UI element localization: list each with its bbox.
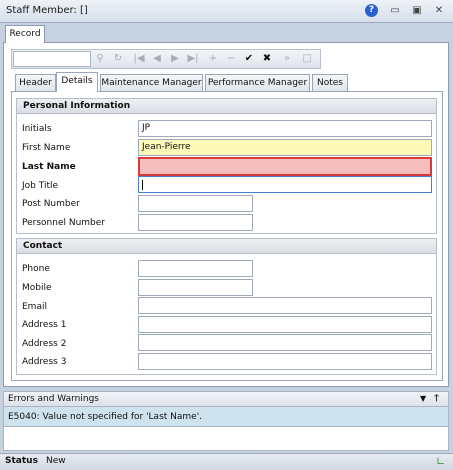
status-value: New (46, 456, 66, 466)
personnel-number-input[interactable] (138, 214, 253, 231)
error-message[interactable]: E5040: Value not specified for 'Last Nam… (3, 407, 449, 427)
tab-record[interactable]: Record (5, 25, 45, 43)
status-label: Status (5, 456, 38, 466)
refresh-icon[interactable]: ↻ (111, 51, 125, 67)
address-3-input[interactable] (138, 353, 432, 370)
tab-notes[interactable]: Notes (312, 74, 348, 91)
restore-icon[interactable]: ▭ (388, 4, 402, 18)
initials-label: Initials (22, 124, 52, 134)
last-name-input[interactable] (138, 157, 432, 176)
next-record-icon[interactable]: ▶ (168, 51, 182, 67)
tab-header[interactable]: Header (15, 74, 56, 91)
last-name-label: Last Name (22, 162, 76, 172)
mobile-label: Mobile (22, 283, 52, 293)
add-icon[interactable]: + (206, 51, 220, 67)
text-caret (142, 180, 143, 190)
chevron-down-icon[interactable]: ▼ (420, 394, 426, 403)
phone-input[interactable] (138, 260, 253, 277)
status-bar (0, 453, 453, 470)
personal-info-heading: Personal Information (16, 98, 437, 114)
address-3-label: Address 3 (22, 357, 67, 367)
more-icon[interactable]: » (280, 51, 294, 67)
job-title-label: Job Title (22, 181, 59, 191)
initials-input[interactable]: JP (138, 120, 432, 137)
tab-performance-manager[interactable]: Performance Manager (205, 74, 310, 91)
remove-icon[interactable]: − (224, 51, 238, 67)
errors-pane-header: Errors and Warnings (3, 391, 449, 407)
previous-record-icon[interactable]: ◀ (150, 51, 164, 67)
post-number-label: Post Number (22, 199, 80, 209)
save-check-icon[interactable]: ✔ (242, 51, 256, 67)
phone-label: Phone (22, 264, 50, 274)
panel-icon[interactable]: □ (300, 51, 314, 67)
tab-maintenance-manager[interactable]: Maintenance Manager (100, 74, 203, 91)
search-icon[interactable]: ⚲ (93, 51, 107, 67)
personnel-number-label: Personnel Number (22, 218, 105, 228)
contact-heading: Contact (16, 238, 437, 254)
errors-pane-title: Errors and Warnings (8, 394, 99, 404)
window-title: Staff Member: [] (6, 5, 88, 16)
address-2-input[interactable] (138, 334, 432, 351)
address-2-label: Address 2 (22, 339, 67, 349)
first-record-icon[interactable]: |◀ (132, 51, 146, 67)
pin-icon[interactable]: † (434, 393, 439, 404)
first-name-input[interactable]: Jean-Pierre (138, 139, 432, 156)
email-input[interactable] (138, 297, 432, 314)
email-label: Email (22, 302, 47, 312)
maximize-icon[interactable]: ▣ (410, 4, 424, 18)
last-record-icon[interactable]: ▶| (186, 51, 200, 67)
address-1-label: Address 1 (22, 320, 67, 330)
resize-grip-icon[interactable]: ∟ (436, 455, 445, 468)
help-icon[interactable]: ? (365, 4, 378, 17)
job-title-input[interactable] (138, 176, 432, 193)
errors-list-area (3, 427, 449, 451)
record-lookup-input[interactable] (13, 51, 91, 67)
address-1-input[interactable] (138, 316, 432, 333)
first-name-label: First Name (22, 143, 71, 153)
post-number-input[interactable] (138, 195, 253, 212)
cancel-x-icon[interactable]: ✖ (260, 51, 274, 67)
mobile-input[interactable] (138, 279, 253, 296)
close-icon[interactable]: ✕ (432, 4, 446, 18)
tab-details[interactable]: Details (56, 72, 98, 92)
